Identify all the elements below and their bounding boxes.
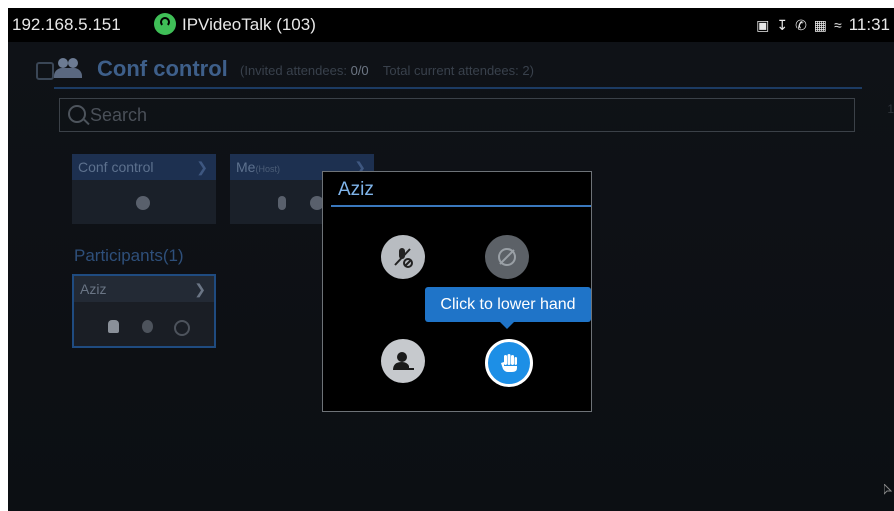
account-label: IPVideoTalk (103) [182,15,316,34]
raised-hand-icon [488,342,530,384]
title-divider [54,87,862,89]
attendees-icon [54,56,88,80]
account-status-icon [154,13,176,35]
total-label: Total current attendees: [382,63,519,78]
raised-hand-icon [108,320,119,333]
search-icon [68,105,86,123]
conf-control-card-header: Conf control ❯ [72,154,216,180]
call-icon: ✆ [795,16,807,33]
total-value: 2) [522,63,534,78]
attendees-icon [136,196,150,210]
mute-participant-button[interactable] [381,235,425,279]
participant-card[interactable]: Aziz ❯ [72,274,216,348]
wifi-icon: ≈ [834,17,842,33]
search-placeholder: Search [90,105,148,125]
conf-control-card-label: Conf control [78,159,154,175]
lock-icon [36,62,54,80]
me-card-label: Me [236,159,256,175]
ip-address: 192.168.5.151 [12,15,121,34]
invited-value: 0/0 [350,63,369,78]
participant-actions-dialog: Aziz Click to lower hand [322,171,592,412]
host-tag: (Host) [255,164,280,174]
clock: 11:31 [848,15,890,34]
mouse-cursor-icon [883,482,893,496]
screen: 192.168.5.151 IPVideoTalk (103) ▣ ↧ ✆ ▦ … [8,8,894,511]
dialog-title: Aziz [338,179,374,200]
mute-icon [142,320,153,333]
remove-participant-button[interactable] [381,339,425,383]
side-label: 1 [887,102,894,116]
mute-icon [381,235,425,279]
chevron-right-icon: ❯ [196,159,208,175]
remove-participant-icon [381,339,425,383]
stop-video-button[interactable] [485,235,529,279]
dialog-title-divider [331,205,591,207]
conf-control-card[interactable]: Conf control ❯ [72,154,216,224]
page-title: Conf control [97,56,228,81]
download-icon: ↧ [776,16,789,33]
participant-card-header: Aziz ❯ [74,276,214,302]
invited-label: (Invited attendees: [240,63,347,78]
attendee-summary: (Invited attendees: 0/0 Total current at… [240,63,534,78]
status-bar: 192.168.5.151 IPVideoTalk (103) ▣ ↧ ✆ ▦ … [8,8,894,42]
microphone-icon [278,196,286,210]
status-icons: ▣ ↧ ✆ ▦ ≈ 11:31 [756,15,890,35]
image-icon: ▣ [756,16,770,33]
search-input[interactable]: Search [59,98,855,132]
participant-name: Aziz [80,281,107,297]
lower-hand-button[interactable] [485,339,533,387]
participants-heading: Participants(1) [74,246,184,265]
sim-icon: ▦ [813,16,828,33]
chevron-right-icon: ❯ [194,281,206,297]
video-off-icon [174,320,190,336]
tooltip: Click to lower hand [425,287,591,329]
video-off-icon [485,235,529,279]
